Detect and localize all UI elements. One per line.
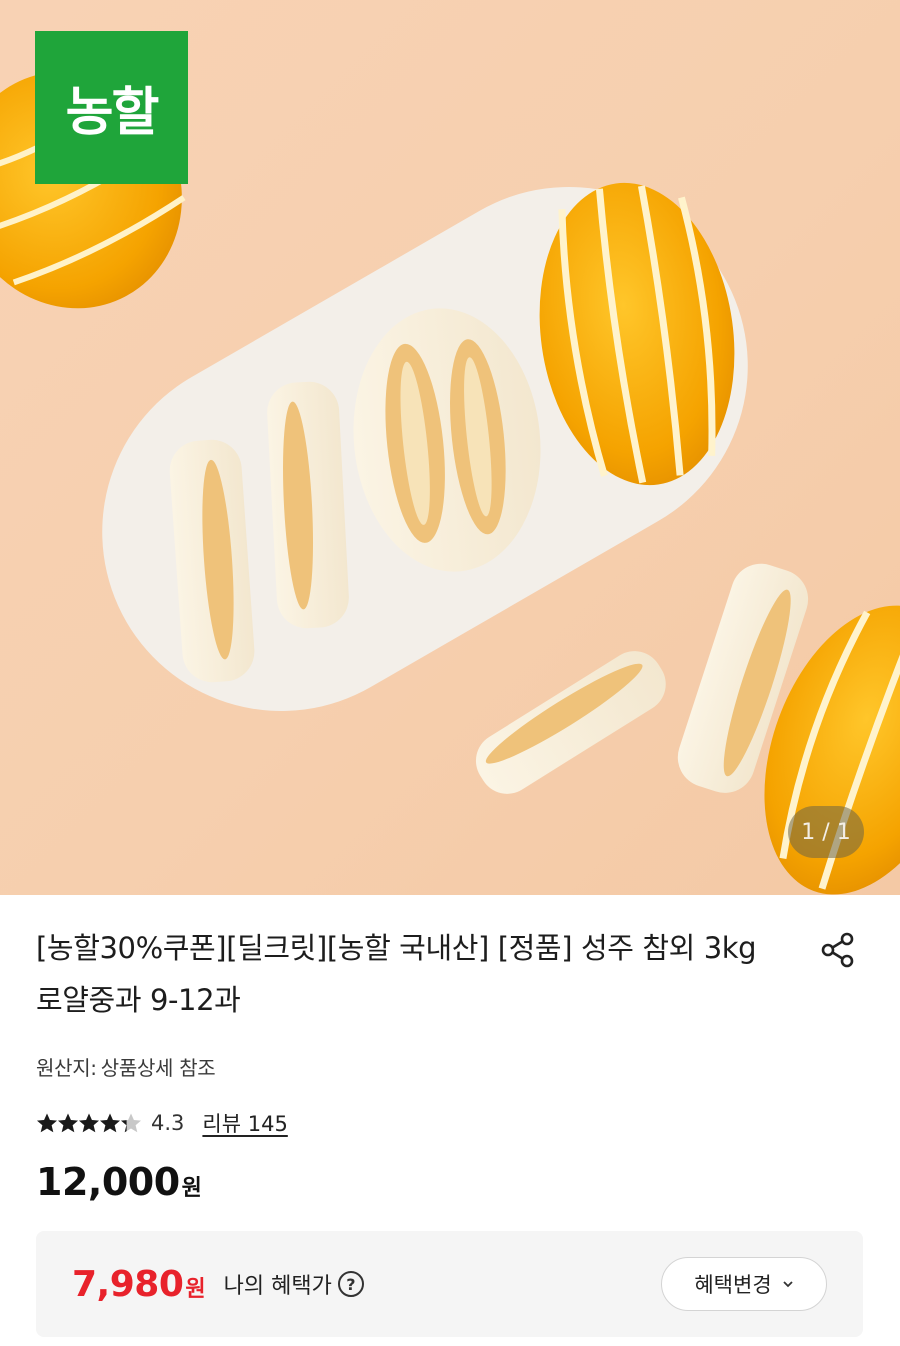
share-button[interactable]	[816, 928, 860, 972]
title-row: [농할30%쿠폰][딜크릿][농할 국내산] [정품] 성주 참외 3kg 로얄…	[36, 922, 864, 1026]
origin-label: 원산지:	[36, 1056, 97, 1080]
benefit-label: 나의 혜택가	[223, 1274, 332, 1299]
price-value: 12,000	[36, 1160, 180, 1204]
brand-logo: 농할	[35, 31, 188, 184]
share-icon	[821, 932, 854, 968]
star-icon	[58, 1113, 78, 1133]
product-title: [농할30%쿠폰][딜크릿][농할 국내산] [정품] 성주 참외 3kg 로얄…	[36, 931, 757, 1017]
rating-score: 4.3	[151, 1111, 185, 1135]
star-icon	[37, 1113, 57, 1133]
star-icon	[100, 1113, 120, 1133]
change-benefit-label: 혜택변경	[694, 1273, 772, 1297]
benefit-price-unit: 원	[185, 1276, 206, 1302]
product-image[interactable]: 농할 1 / 1	[0, 0, 900, 895]
rating: 4.3 리뷰 145	[36, 1108, 864, 1138]
price-unit: 원	[181, 1176, 202, 1201]
product-info: [농할30%쿠폰][딜크릿][농할 국내산] [정품] 성주 참외 3kg 로얄…	[0, 922, 900, 1204]
benefit-box: 7,980 원 나의 혜택가 ? 혜택변경	[36, 1231, 863, 1337]
origin-value: 상품상세 참조	[100, 1056, 216, 1080]
original-price: 12,000 원	[36, 1160, 864, 1204]
chevron-down-icon	[783, 1281, 793, 1288]
change-benefit-button[interactable]: 혜택변경	[661, 1257, 827, 1311]
origin: 원산지: 상품상세 참조	[36, 1052, 864, 1081]
benefit-price-value: 7,980	[72, 1263, 184, 1305]
question-circle-icon[interactable]: ?	[337, 1271, 364, 1297]
image-counter: 1 / 1	[788, 806, 864, 858]
benefit-price: 7,980 원	[72, 1264, 206, 1305]
review-link[interactable]: 리뷰 145	[202, 1108, 287, 1138]
star-icon	[121, 1113, 141, 1133]
star-rating	[36, 1112, 141, 1134]
star-icon	[79, 1113, 99, 1133]
